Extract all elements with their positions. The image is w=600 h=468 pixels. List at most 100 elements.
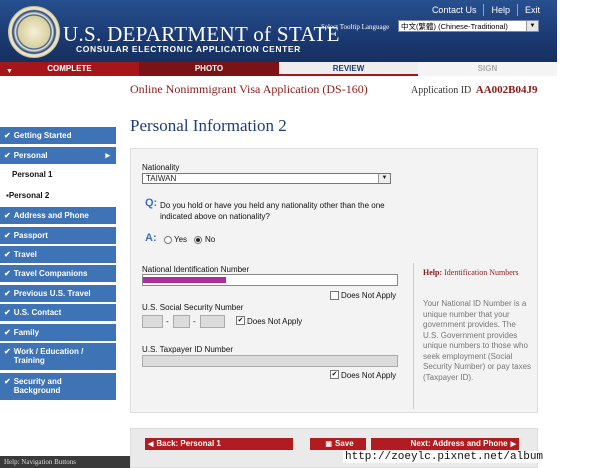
chevron-down-icon: ▼ xyxy=(378,174,390,183)
exit-link[interactable]: Exit xyxy=(516,4,547,16)
application-title: Online Nonimmigrant Visa Application (DS… xyxy=(130,82,368,96)
sidebar-item-label: Travel Companions xyxy=(13,269,88,278)
taxpayer-id-label: U.S. Taxpayer ID Number xyxy=(142,345,233,354)
ssn-separator: - xyxy=(193,317,196,326)
application-id: Application ID AA002B04J9 xyxy=(411,84,538,96)
chevron-down-icon: ▼ xyxy=(526,21,538,31)
sidebar-item-personal-1[interactable]: Personal 1 xyxy=(0,166,116,183)
sidebar-item-label: Getting Started xyxy=(13,131,72,140)
redacted-national-id xyxy=(143,277,226,283)
national-id-label: National Identification Number xyxy=(142,265,250,274)
tab-photo-label: PHOTO xyxy=(194,64,224,73)
step-tabs: ▼ COMPLETE PHOTO REVIEW SIGN xyxy=(0,62,557,76)
ssn-does-not-apply-label: Does Not Apply xyxy=(247,317,303,326)
next-button-label: Next: Address and Phone xyxy=(410,439,508,448)
sidebar-item-address-and-phone[interactable]: ✔ Address and Phone xyxy=(0,207,116,224)
help-link[interactable]: Help xyxy=(483,4,517,16)
triangle-left-icon: ◀ xyxy=(148,441,154,448)
tab-complete-label: COMPLETE xyxy=(47,64,92,73)
taxpayer-id-input[interactable] xyxy=(142,355,398,367)
save-disk-icon: ▣ xyxy=(325,441,332,448)
page-title: Personal Information 2 xyxy=(130,116,287,135)
contact-us-link[interactable]: Contact Us xyxy=(425,4,484,16)
sidebar-item-us-contact[interactable]: ✔ U.S. Contact xyxy=(0,304,116,321)
chevron-right-icon: ▸ xyxy=(105,150,110,160)
radio-yes-label: Yes xyxy=(174,235,188,244)
help-text: Your National ID Number is a unique numb… xyxy=(423,299,532,382)
check-icon: ✔ xyxy=(4,377,11,386)
check-icon: ✔ xyxy=(4,269,11,278)
application-id-label: Application ID xyxy=(411,85,472,96)
tab-sign: SIGN xyxy=(418,62,557,76)
sidebar-item-travel[interactable]: ✔ Travel xyxy=(0,246,116,263)
help-title: Help: Identification Numbers xyxy=(423,267,533,278)
sidebar-item-personal[interactable]: ✔ Personal ▸ xyxy=(0,147,116,164)
ssn-label: U.S. Social Security Number xyxy=(142,303,244,312)
national-id-does-not-apply-label: Does Not Apply xyxy=(341,291,397,300)
check-icon: ✔ xyxy=(4,131,11,140)
site-header: U.S. DEPARTMENT of STATE CONSULAR ELECTR… xyxy=(0,0,557,62)
check-icon: ✔ xyxy=(4,308,11,317)
nationality-label: Nationality xyxy=(142,163,180,172)
tab-sign-label: SIGN xyxy=(477,64,498,73)
triangle-right-icon: ▶ xyxy=(510,441,516,448)
top-links: Contact Us Help Exit xyxy=(425,4,547,16)
check-icon: ✔ xyxy=(4,211,11,220)
help-panel: Help: Identification Numbers Your Nation… xyxy=(413,263,536,409)
triangle-down-icon: ▼ xyxy=(6,68,13,75)
sidebar-item-security-and-background[interactable]: ✔ Security and Background xyxy=(0,373,116,400)
national-id-does-not-apply-checkbox[interactable] xyxy=(330,291,339,300)
check-icon: ✔ xyxy=(4,151,11,160)
save-button[interactable]: ▣ Save xyxy=(310,438,366,450)
sidebar-item-label: Passport xyxy=(13,231,48,240)
radio-yes[interactable] xyxy=(164,236,172,244)
sidebar-item-passport[interactable]: ✔ Passport xyxy=(0,227,116,244)
save-button-label: Save xyxy=(334,439,354,448)
department-subtitle: CONSULAR ELECTRONIC APPLICATION CENTER xyxy=(76,44,301,54)
sidebar-item-travel-companions[interactable]: ✔ Travel Companions xyxy=(0,265,116,282)
nationality-select[interactable]: TAIWAN ▼ xyxy=(142,173,391,184)
other-nationality-question: Do you hold or have you held any nationa… xyxy=(160,201,385,221)
answer-marker: A: xyxy=(145,232,157,244)
state-department-seal-icon xyxy=(8,6,60,58)
sidebar-item-label: Personal 1 xyxy=(12,170,53,179)
sidebar-item-work-education-training[interactable]: ✔ Work / Education / Training xyxy=(0,343,116,370)
next-button[interactable]: Next: Address and Phone ▶ xyxy=(371,438,519,450)
language-select[interactable]: 中文(繁體) (Chinese-Traditional) ▼ xyxy=(398,20,539,32)
check-icon: ✔ xyxy=(4,231,11,240)
watermark-url: http://zoeylc.pixnet.net/album xyxy=(343,451,546,463)
sidebar-item-label: U.S. Contact xyxy=(13,308,62,317)
nationality-value: TAIWAN xyxy=(146,174,177,183)
sidebar-item-previous-us-travel[interactable]: ✔ Previous U.S. Travel xyxy=(0,285,116,302)
ssn-part-2-input[interactable] xyxy=(173,315,190,328)
language-label: Select Tooltip Language xyxy=(321,23,390,31)
sidebar-item-family[interactable]: ✔ Family xyxy=(0,324,116,341)
tab-photo[interactable]: PHOTO xyxy=(139,62,279,76)
question-marker: Q: xyxy=(145,197,158,209)
ssn-part-1-input[interactable] xyxy=(142,315,163,328)
tab-review[interactable]: REVIEW xyxy=(279,62,418,76)
tab-review-label: REVIEW xyxy=(332,64,365,73)
sidebar-item-label: Personal 2 xyxy=(8,191,50,200)
check-icon: ✔ xyxy=(4,347,11,356)
help-title-text: Identification Numbers xyxy=(444,268,519,277)
taxpayer-does-not-apply-checkbox[interactable]: ✔ xyxy=(330,370,339,379)
help-prefix: Help: xyxy=(423,268,443,277)
footer-help-bar: Help: Navigation Buttons xyxy=(0,456,130,468)
sidebar-item-label: Address and Phone xyxy=(13,211,89,220)
radio-no[interactable] xyxy=(194,236,202,244)
tab-complete[interactable]: ▼ COMPLETE xyxy=(0,62,139,76)
sidebar-item-label: Previous U.S. Travel xyxy=(13,289,91,298)
sidebar-item-personal-2[interactable]: ▪Personal 2 xyxy=(0,187,116,204)
taxpayer-does-not-apply-label: Does Not Apply xyxy=(341,371,397,380)
check-icon: ✔ xyxy=(4,250,11,259)
sidebar-item-label: Family xyxy=(13,328,40,337)
sidebar-item-getting-started[interactable]: ✔ Getting Started xyxy=(0,127,116,144)
back-button[interactable]: ◀ Back: Personal 1 xyxy=(145,438,293,450)
ssn-does-not-apply-checkbox[interactable]: ✔ xyxy=(236,316,245,325)
radio-no-label: No xyxy=(205,235,216,244)
ssn-part-3-input[interactable] xyxy=(200,315,225,328)
language-select-value: 中文(繁體) (Chinese-Traditional) xyxy=(401,22,508,31)
check-icon: ✔ xyxy=(4,289,11,298)
ssn-separator: - xyxy=(166,317,169,326)
